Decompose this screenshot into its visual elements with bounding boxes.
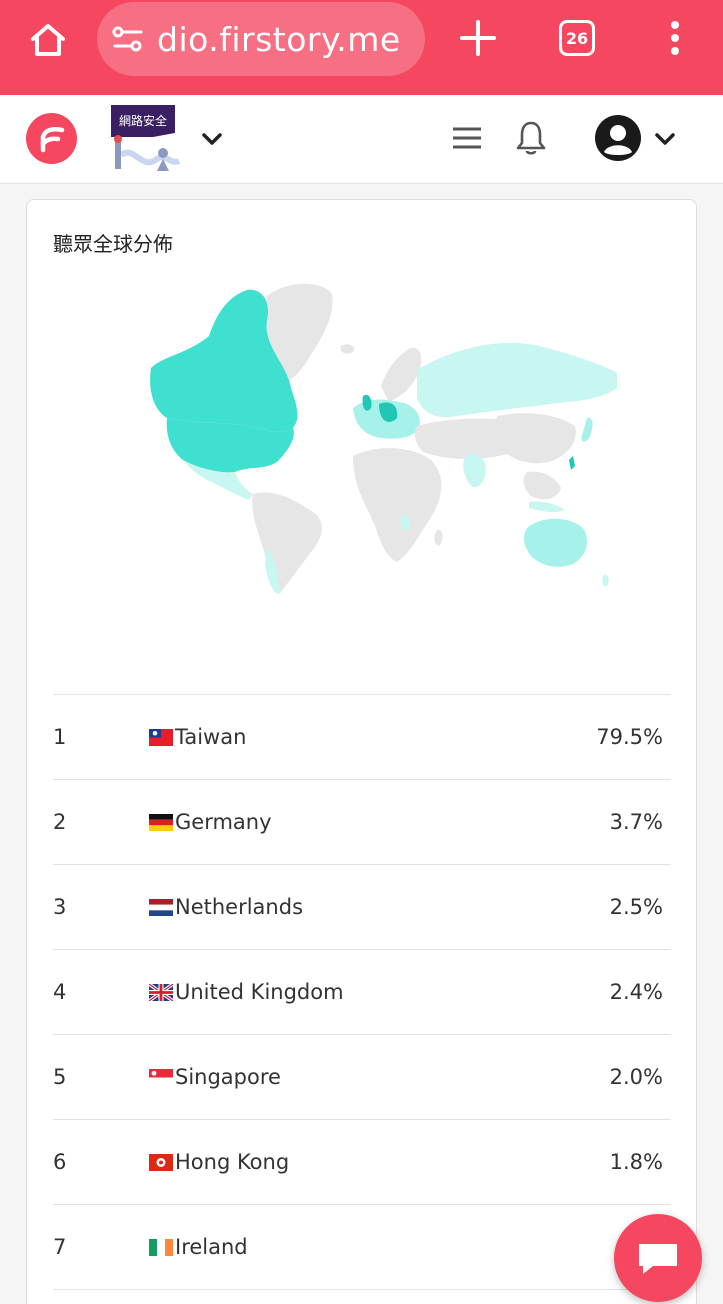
bell-icon[interactable]	[514, 119, 548, 157]
country-name: Hong Kong	[175, 1150, 290, 1174]
country-name: Singapore	[175, 1065, 281, 1089]
map-australia	[523, 518, 588, 567]
map-scandinavia	[381, 347, 422, 402]
tune-icon[interactable]	[111, 22, 145, 56]
country-ranking-list: 1 Taiwan 79.5% 2 Germany 3.7% 3 Netherla…	[53, 694, 671, 1290]
list-item: 3 Netherlands 2.5%	[53, 864, 671, 949]
flag-netherlands-icon	[149, 899, 173, 916]
rank-number: 1	[53, 725, 67, 749]
map-india	[463, 453, 486, 488]
map-china	[494, 413, 576, 464]
country-percent: 79.5%	[596, 725, 663, 749]
card-title: 聽眾全球分佈	[53, 232, 173, 256]
list-item: 5 Singapore 2.0%	[53, 1034, 671, 1119]
plus-icon[interactable]	[456, 16, 500, 60]
country-percent: 2.0%	[609, 1065, 663, 1089]
browser-toolbar: dio.firstory.me 26	[0, 0, 723, 95]
rank-number: 7	[53, 1235, 67, 1259]
podcast-cover-label: 網路安全	[119, 113, 167, 128]
rank-number: 5	[53, 1065, 67, 1089]
rank-number: 4	[53, 980, 67, 1004]
firstory-logo-icon[interactable]	[26, 113, 77, 164]
chevron-down-icon[interactable]	[198, 125, 226, 153]
address-bar[interactable]: dio.firstory.me	[97, 2, 425, 76]
country-percent: 3.7%	[609, 810, 663, 834]
map-taiwan	[569, 456, 575, 470]
home-button[interactable]	[24, 16, 72, 64]
list-item: 1 Taiwan 79.5%	[53, 694, 671, 779]
url-text[interactable]: dio.firstory.me	[157, 20, 401, 59]
flag-ireland-icon	[149, 1239, 173, 1256]
chat-button[interactable]	[614, 1214, 702, 1302]
rank-number: 2	[53, 810, 67, 834]
app-header: 網路安全	[0, 95, 723, 184]
flag-singapore-icon	[149, 1069, 173, 1086]
hamburger-icon[interactable]	[450, 123, 484, 153]
audience-distribution-card: 聽眾全球分佈 1 Taiwan 79.5% 2 Germany 3.7% 3 N…	[26, 199, 697, 1304]
flag-germany-icon	[149, 814, 173, 831]
flag-taiwan-icon	[149, 729, 173, 746]
tab-count: 26	[565, 28, 589, 48]
list-item: 6 Hong Kong 1.8%	[53, 1119, 671, 1204]
account-chevron-down-icon[interactable]	[651, 125, 679, 153]
country-name: Netherlands	[175, 895, 304, 919]
tab-switcher-button[interactable]: 26	[559, 20, 595, 56]
country-name: Germany	[175, 810, 272, 834]
account-circle-icon[interactable]	[594, 114, 642, 162]
list-item: 4 United Kingdom 2.4%	[53, 949, 671, 1034]
map-russia	[417, 343, 617, 418]
map-africa	[353, 448, 442, 562]
rank-number: 3	[53, 895, 67, 919]
flag-united-kingdom-icon	[149, 984, 173, 1001]
country-percent: 2.5%	[609, 895, 663, 919]
chat-bubble-icon	[639, 1244, 677, 1274]
country-name: United Kingdom	[175, 980, 344, 1004]
country-percent: 1.8%	[609, 1150, 663, 1174]
flag-hong-kong-icon	[149, 1154, 173, 1171]
country-name: Taiwan	[175, 725, 247, 749]
more-vert-icon[interactable]	[660, 18, 690, 58]
map-southeast-asia	[523, 471, 561, 500]
world-map	[150, 283, 617, 594]
country-percent: 2.4%	[609, 980, 663, 1004]
list-item: 2 Germany 3.7%	[53, 779, 671, 864]
map-japan	[581, 417, 593, 442]
list-item: 7 Ireland	[53, 1204, 671, 1289]
country-name: Ireland	[175, 1235, 248, 1259]
map-south-america	[252, 492, 322, 594]
home-icon	[31, 24, 65, 56]
podcast-cover[interactable]: 網路安全	[101, 99, 185, 179]
rank-number: 6	[53, 1150, 67, 1174]
list-divider	[53, 1289, 671, 1290]
